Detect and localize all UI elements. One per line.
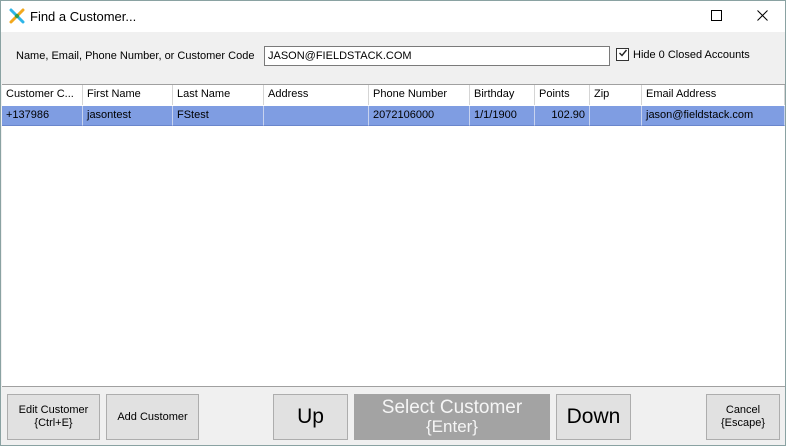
cancel-label: Cancel bbox=[725, 404, 761, 416]
cell-address[interactable] bbox=[264, 106, 369, 126]
cell-birthday[interactable]: 1/1/1900 bbox=[470, 106, 535, 126]
select-customer-button[interactable]: Select Customer {Enter} bbox=[354, 394, 550, 440]
column-header-points[interactable]: Points bbox=[535, 85, 590, 105]
column-header-last-name[interactable]: Last Name bbox=[173, 85, 264, 105]
cancel-button[interactable]: Cancel {Escape} bbox=[706, 394, 780, 440]
column-header-first-name[interactable]: First Name bbox=[83, 85, 173, 105]
column-header-email-address[interactable]: Email Address bbox=[642, 85, 785, 105]
column-header-customer-code[interactable]: Customer C... bbox=[2, 85, 83, 105]
cell-customer-code[interactable]: +137986 bbox=[2, 106, 83, 126]
cancel-shortcut: {Escape} bbox=[720, 417, 766, 429]
window-title: Find a Customer... bbox=[30, 9, 137, 24]
hide-closed-label: Hide 0 Closed Accounts bbox=[633, 48, 750, 61]
title-bar[interactable]: Find a Customer... bbox=[1, 1, 785, 32]
maximize-button[interactable] bbox=[693, 1, 739, 32]
customer-grid[interactable]: Customer C... First Name Last Name Addre… bbox=[2, 84, 785, 387]
cell-phone-number[interactable]: 2072106000 bbox=[369, 106, 470, 126]
add-customer-label: Add Customer bbox=[117, 410, 188, 423]
up-label: Up bbox=[297, 405, 324, 428]
cell-email-address[interactable]: jason@fieldstack.com bbox=[642, 106, 785, 126]
grid-header: Customer C... First Name Last Name Addre… bbox=[2, 85, 785, 105]
select-customer-shortcut: {Enter} bbox=[426, 417, 478, 436]
close-button[interactable] bbox=[739, 1, 785, 32]
table-row[interactable]: +137986 jasontest FStest 2072106000 1/1/… bbox=[2, 106, 785, 126]
edit-customer-label: Edit Customer bbox=[18, 404, 89, 416]
up-button[interactable]: Up bbox=[273, 394, 348, 440]
find-customer-window: Find a Customer... Name, Email, Phone Nu… bbox=[0, 0, 786, 446]
checkmark-icon bbox=[618, 48, 628, 61]
column-header-phone-number[interactable]: Phone Number bbox=[369, 85, 470, 105]
close-icon bbox=[756, 9, 768, 24]
cell-last-name[interactable]: FStest bbox=[173, 106, 264, 126]
maximize-icon bbox=[710, 9, 722, 24]
app-logo-icon bbox=[9, 8, 25, 24]
edit-customer-button[interactable]: Edit Customer {Ctrl+E} bbox=[7, 394, 100, 440]
checkbox-box[interactable] bbox=[616, 48, 629, 61]
column-header-zip[interactable]: Zip bbox=[590, 85, 642, 105]
cell-zip[interactable] bbox=[590, 106, 642, 126]
cell-first-name[interactable]: jasontest bbox=[83, 106, 173, 126]
down-label: Down bbox=[566, 405, 621, 428]
column-header-address[interactable]: Address bbox=[264, 85, 369, 105]
select-customer-label: Select Customer bbox=[381, 397, 523, 418]
search-input[interactable] bbox=[264, 46, 610, 66]
search-label: Name, Email, Phone Number, or Customer C… bbox=[16, 50, 255, 62]
edit-customer-shortcut: {Ctrl+E} bbox=[34, 417, 73, 429]
hide-closed-checkbox[interactable]: Hide 0 Closed Accounts bbox=[616, 48, 750, 61]
add-customer-button[interactable]: Add Customer bbox=[106, 394, 199, 440]
column-header-birthday[interactable]: Birthday bbox=[470, 85, 535, 105]
down-button[interactable]: Down bbox=[556, 394, 631, 440]
cell-points[interactable]: 102.90 bbox=[535, 106, 590, 126]
